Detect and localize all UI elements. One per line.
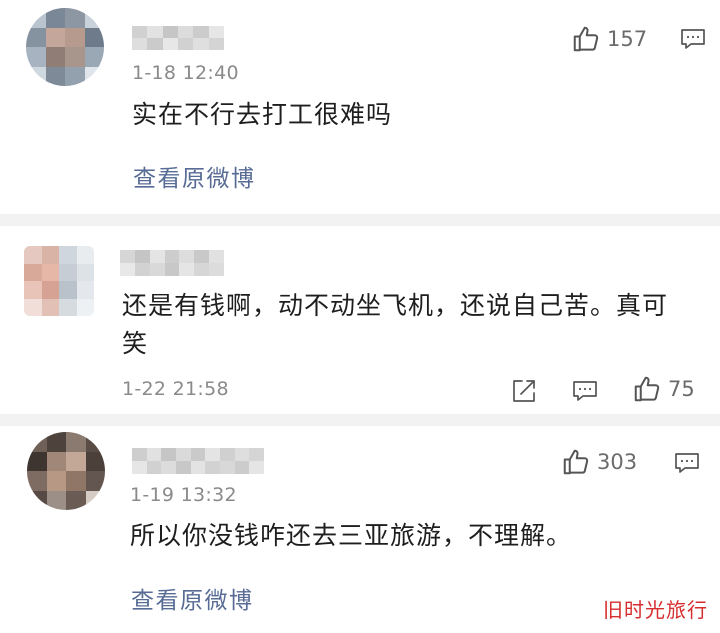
thumbs-up-icon [563,449,589,475]
avatar[interactable] [24,246,94,316]
comment-card-2: 还是有钱啊，动不动坐飞机，还说自己苦。真可 笑 1-22 21:58 75 [0,226,720,414]
view-original-weibo-link[interactable]: 查看原微博 [133,159,256,193]
comment-time: 1-18 12:40 [132,62,239,84]
like-count: 303 [597,450,638,474]
comment-time: 1-19 13:32 [130,484,237,506]
username-blurred[interactable] [132,26,224,50]
thumbs-up-icon [634,376,660,402]
like-count: 157 [607,27,648,51]
comment-card-1: 1-18 12:40 实在不行去打工很难吗 查看原微博 157 [0,0,720,214]
comment-text-line-2: 笑 [122,329,149,358]
watermark: 旧时光旅行 [603,598,708,622]
comment-bubble-icon[interactable] [572,379,598,403]
comment-text: 实在不行去打工很难吗 [132,100,393,129]
comment-text: 所以你没钱咋还去三亚旅游，不理解。 [130,521,573,550]
username-blurred[interactable] [132,448,264,474]
comment-bubble-icon[interactable] [674,451,700,475]
like-count: 75 [668,377,695,401]
comment-text-line-1: 还是有钱啊，动不动坐飞机，还说自己苦。真可 [122,291,669,320]
thumbs-up-icon [573,26,599,52]
share-icon[interactable] [511,378,537,404]
view-original-weibo-link[interactable]: 查看原微博 [131,581,254,615]
avatar[interactable] [26,8,104,86]
comment-time: 1-22 21:58 [122,378,229,400]
divider [0,414,720,426]
like-button[interactable]: 75 [632,374,695,404]
avatar[interactable] [27,432,105,510]
username-blurred[interactable] [120,250,224,276]
like-button[interactable]: 157 [571,24,647,54]
comment-bubble-icon[interactable] [680,27,706,51]
like-button[interactable]: 303 [561,447,637,477]
divider [0,214,720,226]
